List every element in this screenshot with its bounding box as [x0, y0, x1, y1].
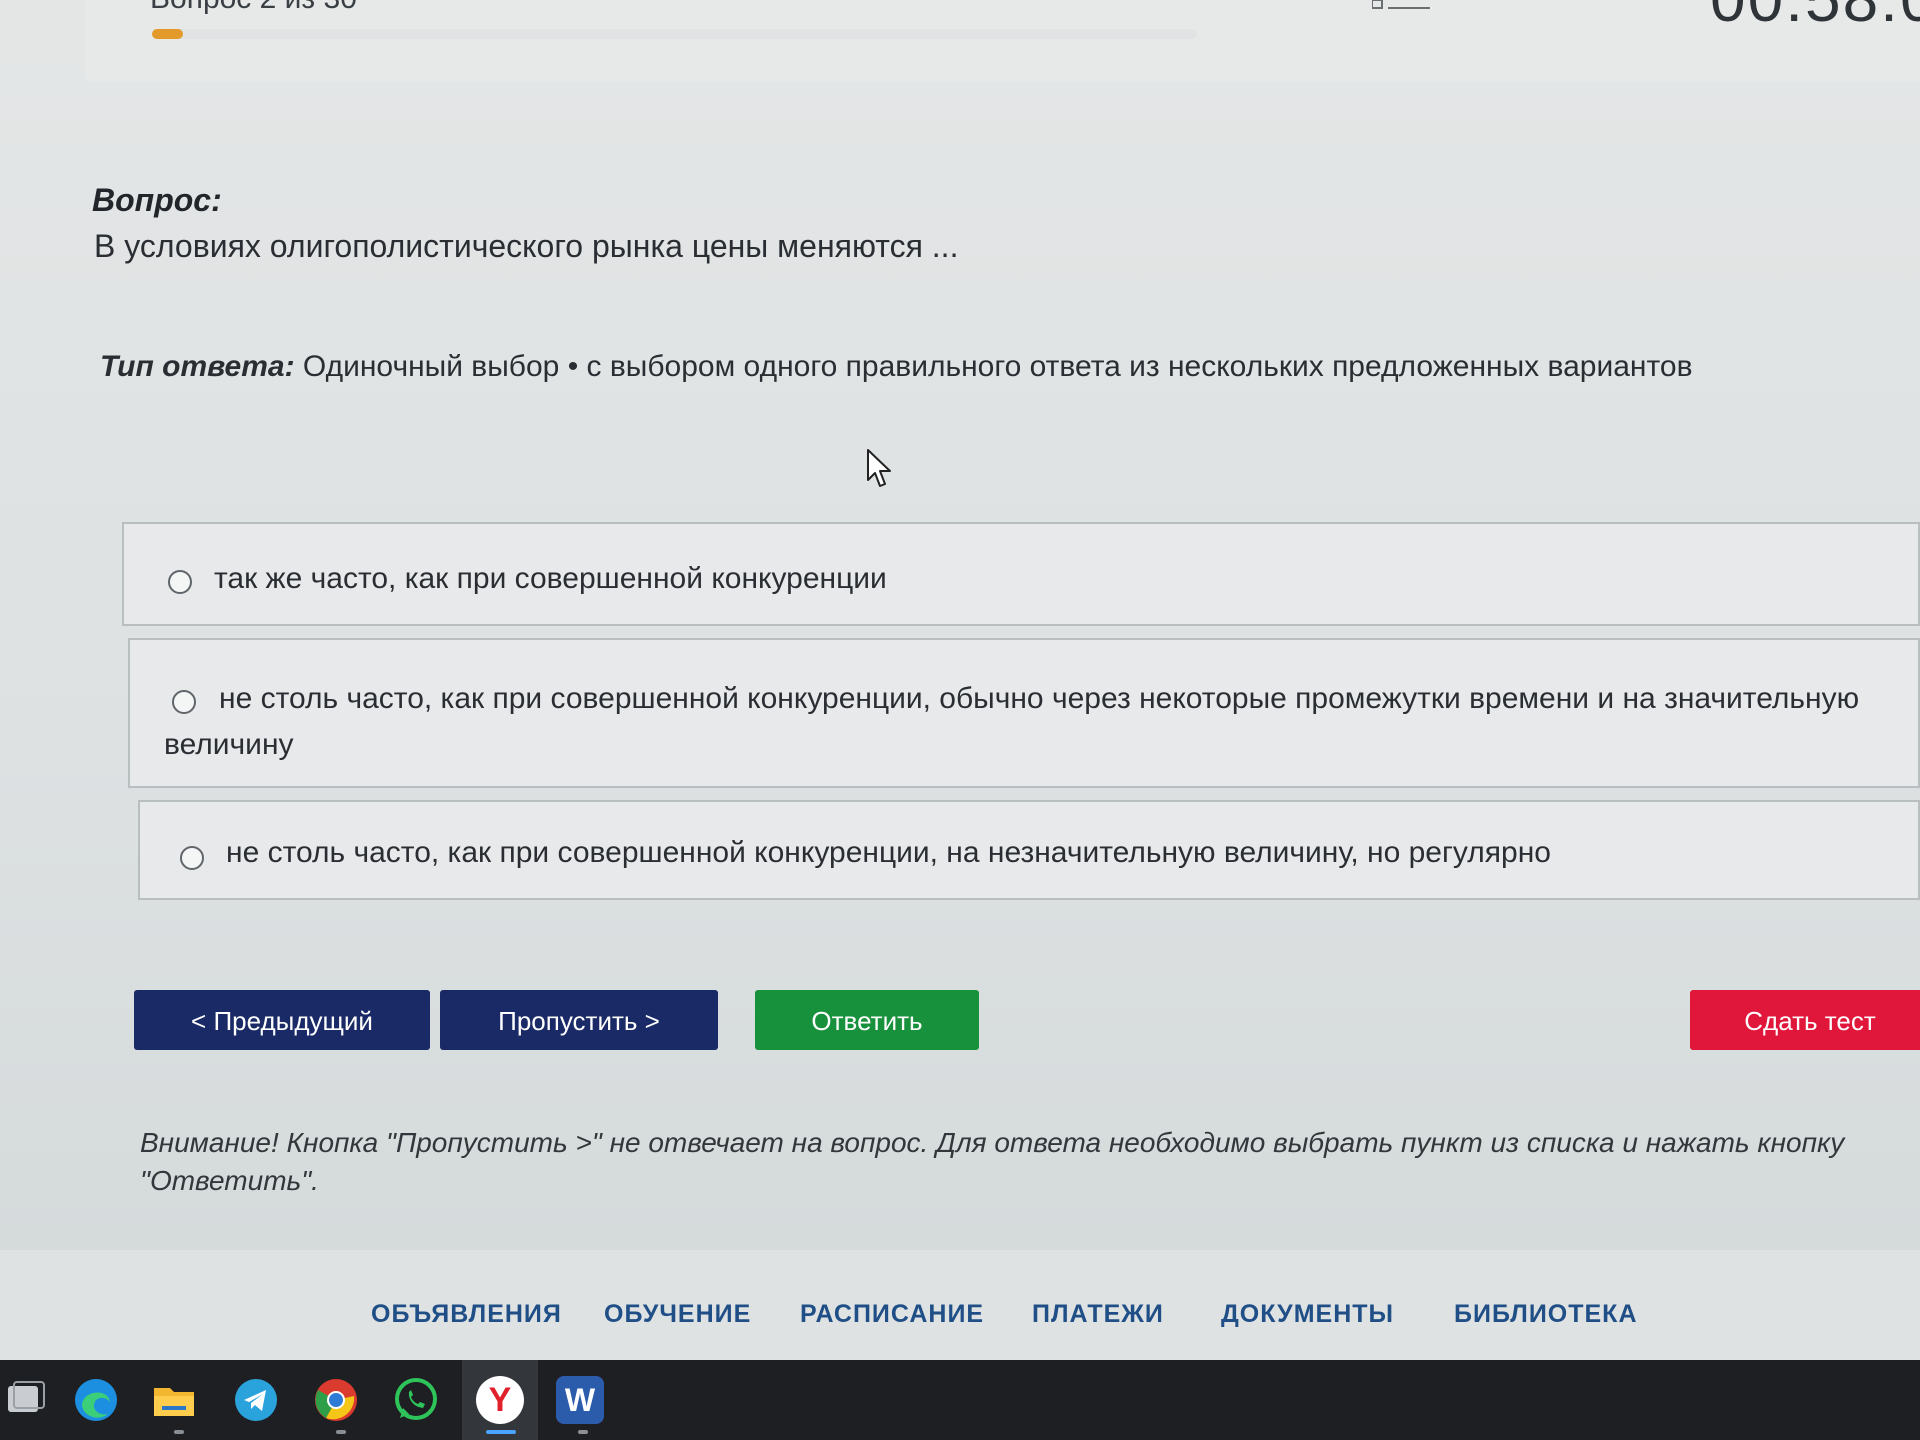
nav-link-announcements[interactable]: ОБЪЯВЛЕНИЯ — [371, 1300, 562, 1329]
chrome-icon[interactable] — [312, 1376, 360, 1424]
nav-link-documents[interactable]: ДОКУМЕНТЫ — [1221, 1300, 1394, 1329]
taskbar-active-indicator — [486, 1430, 516, 1434]
mouse-cursor-icon — [867, 449, 891, 487]
taskbar-running-indicator — [578, 1430, 588, 1434]
answer-option-text: не столь часто, как при совершенной конк… — [226, 836, 1551, 869]
word-icon[interactable]: W — [556, 1376, 604, 1424]
question-counter: Вопрос 2 из 30 — [150, 0, 357, 16]
windows-taskbar: Y W — [0, 1360, 1920, 1440]
edge-icon[interactable] — [72, 1376, 120, 1424]
radio-button-1[interactable] — [168, 570, 192, 594]
whatsapp-icon[interactable] — [392, 1376, 440, 1424]
answer-option-1[interactable]: так же часто, как при совершенной конкур… — [122, 522, 1920, 626]
timer: 00:58:0 — [1710, 0, 1920, 36]
submit-test-button[interactable]: Сдать тест — [1690, 990, 1920, 1050]
answer-option-text: не столь часто, как при совершенной конк… — [164, 682, 1860, 761]
answer-type-label: Тип ответа: — [100, 350, 295, 383]
question-label: Вопрос: — [92, 182, 222, 218]
answer-button[interactable]: Ответить — [755, 990, 979, 1050]
skip-warning-text: Внимание! Кнопка "Пропустить >" не отвеч… — [140, 1127, 1845, 1196]
nav-link-library[interactable]: БИБЛИОТЕКА — [1454, 1300, 1638, 1329]
yandex-browser-icon[interactable]: Y — [476, 1376, 524, 1424]
progress-bar-fill — [152, 29, 183, 39]
nav-link-schedule[interactable]: РАСПИСАНИЕ — [800, 1300, 984, 1329]
radio-button-3[interactable] — [180, 846, 204, 870]
answer-option-text: так же часто, как при совершенной конкур… — [214, 562, 887, 595]
progress-bar — [152, 29, 1197, 39]
nav-link-education[interactable]: ОБУЧЕНИЕ — [604, 1300, 751, 1329]
task-view-icon[interactable] — [4, 1376, 52, 1424]
footer-nav: ОБЪЯВЛЕНИЯ ОБУЧЕНИЕ РАСПИСАНИЕ ПЛАТЕЖИ Д… — [0, 1252, 1920, 1360]
progress-card — [85, 0, 1920, 82]
flag-icon[interactable] — [1372, 0, 1432, 10]
test-page: Вопрос 2 из 30 00:58:0 Вопрос: В условия… — [0, 0, 1920, 1250]
file-explorer-icon[interactable] — [150, 1376, 198, 1424]
taskbar-running-indicator — [336, 1430, 346, 1434]
nav-link-payments[interactable]: ПЛАТЕЖИ — [1032, 1300, 1164, 1329]
answer-option-3[interactable]: не столь часто, как при совершенной конк… — [138, 800, 1920, 900]
previous-button[interactable]: < Предыдущий — [134, 990, 430, 1050]
taskbar-running-indicator — [174, 1430, 184, 1434]
answer-type-value: Одиночный выбор • с выбором одного прави… — [302, 350, 1693, 383]
answer-option-2[interactable]: не столь часто, как при совершенной конк… — [128, 638, 1920, 788]
telegram-icon[interactable] — [232, 1376, 280, 1424]
skip-button[interactable]: Пропустить > — [440, 990, 718, 1050]
answer-type: Тип ответа: Одиночный выбор • с выбором … — [100, 350, 1693, 384]
question-text: В условиях олигополистического рынка цен… — [94, 228, 959, 264]
